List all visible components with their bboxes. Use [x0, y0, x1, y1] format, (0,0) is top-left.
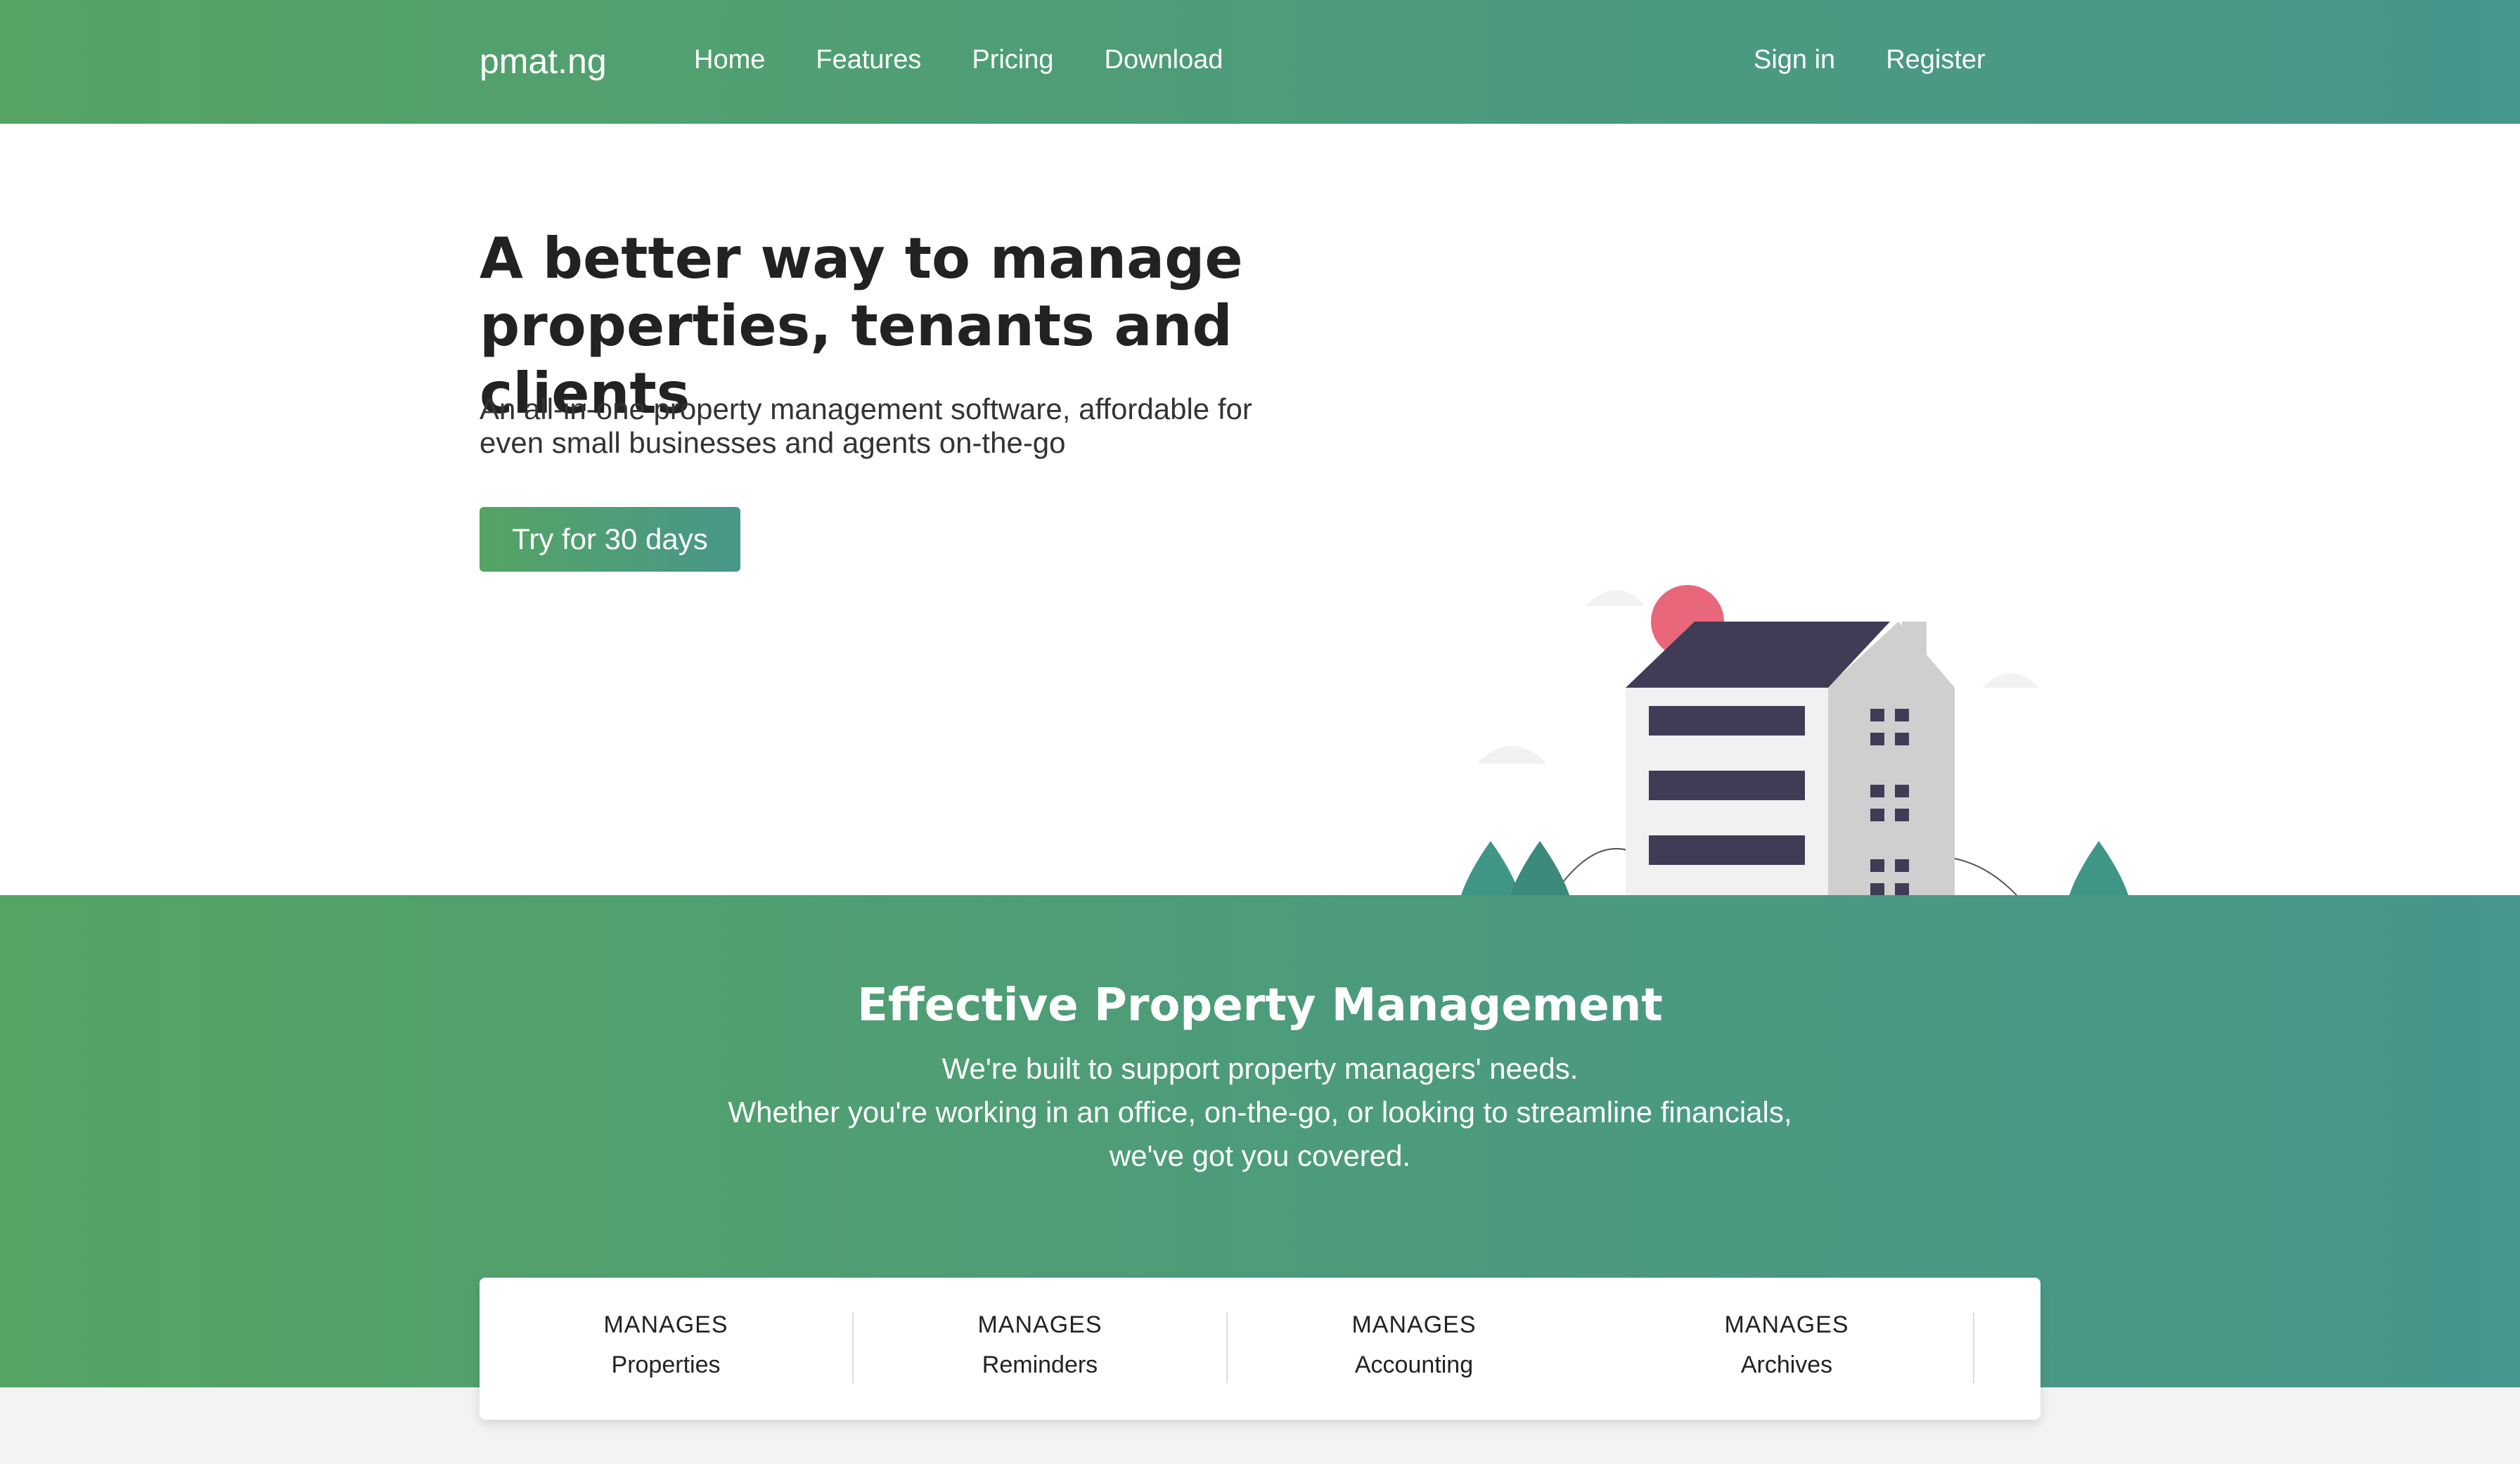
- features-line-1: We're built to support property managers…: [941, 1052, 1579, 1085]
- top-navbar: pmat.ng Home Features Pricing Download S…: [0, 0, 2520, 124]
- nav-features-link[interactable]: Features: [816, 45, 921, 75]
- chimney-shape: [1902, 622, 1927, 671]
- manages-reminders: MANAGES Reminders: [854, 1278, 1226, 1420]
- cloud-shape: [1477, 746, 1547, 764]
- hero-subtitle-line1: An all-in-one property management softwa…: [480, 392, 1252, 425]
- manages-label: MANAGES: [603, 1311, 728, 1338]
- nav-home-link[interactable]: Home: [694, 45, 765, 75]
- hero-title-line1: A better way to manage: [480, 226, 1243, 291]
- manages-properties: MANAGES Properties: [480, 1278, 852, 1420]
- building-illustration: [1455, 585, 2134, 918]
- divider: [1973, 1313, 1974, 1383]
- manages-label: MANAGES: [1724, 1311, 1849, 1338]
- hero-subtitle: An all-in-one property management softwa…: [480, 392, 1358, 460]
- manages-value: Accounting: [1354, 1351, 1474, 1378]
- manages-value: Reminders: [982, 1351, 1098, 1378]
- nav-pricing-link[interactable]: Pricing: [972, 45, 1053, 75]
- manages-label: MANAGES: [1351, 1311, 1477, 1338]
- features-line-3: we've got you covered.: [1109, 1139, 1411, 1172]
- register-link[interactable]: Register: [1886, 45, 1986, 75]
- main-nav: Home Features Pricing Download: [694, 45, 1274, 75]
- window-bar: [1649, 835, 1805, 865]
- features-line-2: Whether you're working in an office, on-…: [728, 1096, 1792, 1129]
- window-bar: [1649, 706, 1805, 736]
- hero-subtitle-line2: even small businesses and agents on-the-…: [480, 426, 1066, 459]
- auth-nav: Sign in Register: [1754, 45, 1986, 75]
- brand-logo[interactable]: pmat.ng: [480, 41, 607, 82]
- window-bar: [1649, 771, 1805, 800]
- manages-card: MANAGES Properties MANAGES Reminders MAN…: [480, 1278, 2040, 1420]
- manages-value: Properties: [611, 1351, 721, 1378]
- try-free-button[interactable]: Try for 30 days: [480, 507, 740, 572]
- manages-value: Archives: [1740, 1351, 1833, 1378]
- features-description: We're built to support property managers…: [0, 1047, 2520, 1178]
- nav-download-link[interactable]: Download: [1105, 45, 1223, 75]
- hero-section: A better way to manage properties, tenan…: [0, 124, 2520, 918]
- cloud-shape: [1983, 673, 2039, 688]
- manages-label: MANAGES: [977, 1311, 1102, 1338]
- sign-in-link[interactable]: Sign in: [1754, 45, 1835, 75]
- manages-archives: MANAGES Archives: [1600, 1278, 1973, 1420]
- manages-accounting: MANAGES Accounting: [1228, 1278, 1600, 1420]
- features-title: Effective Property Management: [857, 980, 1663, 1032]
- cloud-shape: [1586, 590, 1645, 606]
